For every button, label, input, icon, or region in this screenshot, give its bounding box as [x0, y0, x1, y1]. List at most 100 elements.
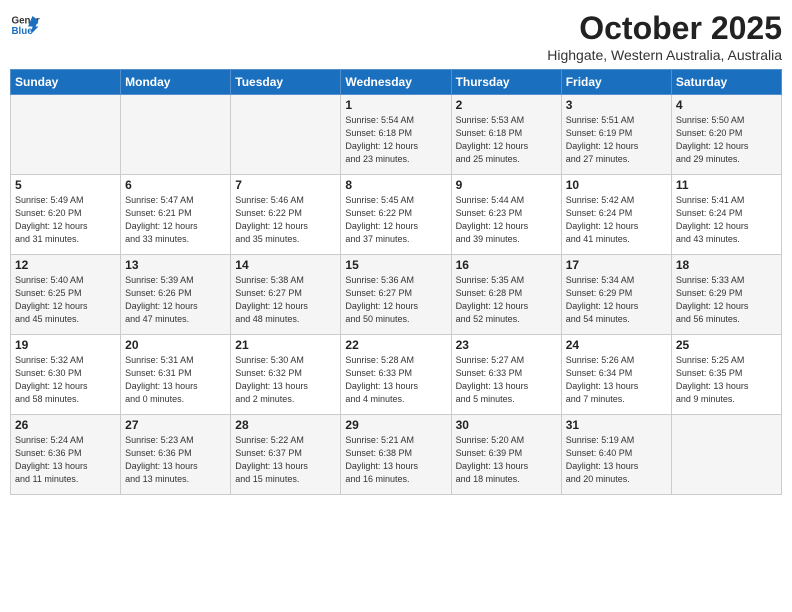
day-number: 15	[345, 258, 446, 272]
calendar-cell: 14 Sunrise: 5:38 AM Sunset: 6:27 PM Dayli…	[231, 255, 341, 335]
weekday-row: SundayMondayTuesdayWednesdayThursdayFrid…	[11, 70, 782, 95]
calendar-cell: 12 Sunrise: 5:40 AM Sunset: 6:25 PM Dayli…	[11, 255, 121, 335]
calendar-table: SundayMondayTuesdayWednesdayThursdayFrid…	[10, 69, 782, 495]
calendar-cell: 27 Sunrise: 5:23 AM Sunset: 6:36 PM Dayli…	[121, 415, 231, 495]
day-info: Sunrise: 5:46 AM Sunset: 6:22 PM Dayligh…	[235, 194, 336, 246]
calendar-cell	[671, 415, 781, 495]
day-info: Sunrise: 5:49 AM Sunset: 6:20 PM Dayligh…	[15, 194, 116, 246]
day-number: 28	[235, 418, 336, 432]
day-info: Sunrise: 5:53 AM Sunset: 6:18 PM Dayligh…	[456, 114, 557, 166]
calendar-cell: 25Sunrise: 5:25 AM Sunset: 6:35 PM Dayli…	[671, 335, 781, 415]
day-number: 26	[15, 418, 116, 432]
calendar-cell: 30 Sunrise: 5:20 AM Sunset: 6:39 PM Dayli…	[451, 415, 561, 495]
day-info: Sunrise: 5:20 AM Sunset: 6:39 PM Dayligh…	[456, 434, 557, 486]
calendar-cell: 15 Sunrise: 5:36 AM Sunset: 6:27 PM Dayli…	[341, 255, 451, 335]
calendar-week-row: 5 Sunrise: 5:49 AM Sunset: 6:20 PM Daylig…	[11, 175, 782, 255]
weekday-header: Thursday	[451, 70, 561, 95]
day-number: 7	[235, 178, 336, 192]
day-number: 6	[125, 178, 226, 192]
day-info: Sunrise: 5:41 AM Sunset: 6:24 PM Dayligh…	[676, 194, 777, 246]
calendar-cell: 16Sunrise: 5:35 AM Sunset: 6:28 PM Dayli…	[451, 255, 561, 335]
calendar-cell: 11 Sunrise: 5:41 AM Sunset: 6:24 PM Dayli…	[671, 175, 781, 255]
day-number: 20	[125, 338, 226, 352]
calendar-cell: 23Sunrise: 5:27 AM Sunset: 6:33 PM Dayli…	[451, 335, 561, 415]
day-number: 14	[235, 258, 336, 272]
day-info: Sunrise: 5:45 AM Sunset: 6:22 PM Dayligh…	[345, 194, 446, 246]
day-info: Sunrise: 5:47 AM Sunset: 6:21 PM Dayligh…	[125, 194, 226, 246]
calendar-header: SundayMondayTuesdayWednesdayThursdayFrid…	[11, 70, 782, 95]
day-info: Sunrise: 5:21 AM Sunset: 6:38 PM Dayligh…	[345, 434, 446, 486]
day-number: 19	[15, 338, 116, 352]
weekday-header: Monday	[121, 70, 231, 95]
calendar-cell: 8Sunrise: 5:45 AM Sunset: 6:22 PM Daylig…	[341, 175, 451, 255]
calendar-cell: 3Sunrise: 5:51 AM Sunset: 6:19 PM Daylig…	[561, 95, 671, 175]
day-info: Sunrise: 5:40 AM Sunset: 6:25 PM Dayligh…	[15, 274, 116, 326]
calendar-cell: 13Sunrise: 5:39 AM Sunset: 6:26 PM Dayli…	[121, 255, 231, 335]
day-info: Sunrise: 5:50 AM Sunset: 6:20 PM Dayligh…	[676, 114, 777, 166]
month-title: October 2025	[547, 10, 782, 47]
day-info: Sunrise: 5:26 AM Sunset: 6:34 PM Dayligh…	[566, 354, 667, 406]
day-info: Sunrise: 5:22 AM Sunset: 6:37 PM Dayligh…	[235, 434, 336, 486]
calendar-cell: 19 Sunrise: 5:32 AM Sunset: 6:30 PM Dayli…	[11, 335, 121, 415]
day-info: Sunrise: 5:44 AM Sunset: 6:23 PM Dayligh…	[456, 194, 557, 246]
weekday-header: Tuesday	[231, 70, 341, 95]
svg-text:Blue: Blue	[12, 26, 34, 37]
day-number: 29	[345, 418, 446, 432]
day-number: 17	[566, 258, 667, 272]
day-number: 2	[456, 98, 557, 112]
day-number: 12	[15, 258, 116, 272]
day-number: 22	[345, 338, 446, 352]
weekday-header: Friday	[561, 70, 671, 95]
calendar-cell: 4 Sunrise: 5:50 AM Sunset: 6:20 PM Daylig…	[671, 95, 781, 175]
calendar-cell: 29 Sunrise: 5:21 AM Sunset: 6:38 PM Dayli…	[341, 415, 451, 495]
day-number: 24	[566, 338, 667, 352]
day-number: 13	[125, 258, 226, 272]
day-info: Sunrise: 5:28 AM Sunset: 6:33 PM Dayligh…	[345, 354, 446, 406]
calendar-cell: 28 Sunrise: 5:22 AM Sunset: 6:37 PM Dayli…	[231, 415, 341, 495]
day-number: 27	[125, 418, 226, 432]
calendar-cell: 17 Sunrise: 5:34 AM Sunset: 6:29 PM Dayli…	[561, 255, 671, 335]
calendar-cell: 5 Sunrise: 5:49 AM Sunset: 6:20 PM Daylig…	[11, 175, 121, 255]
calendar-cell	[121, 95, 231, 175]
calendar-week-row: 12 Sunrise: 5:40 AM Sunset: 6:25 PM Dayli…	[11, 255, 782, 335]
calendar-cell: 1Sunrise: 5:54 AM Sunset: 6:18 PM Daylig…	[341, 95, 451, 175]
page-header: General Blue October 2025 Highgate, West…	[10, 10, 782, 63]
calendar-body: 1Sunrise: 5:54 AM Sunset: 6:18 PM Daylig…	[11, 95, 782, 495]
calendar-week-row: 1Sunrise: 5:54 AM Sunset: 6:18 PM Daylig…	[11, 95, 782, 175]
calendar-cell: 6 Sunrise: 5:47 AM Sunset: 6:21 PM Daylig…	[121, 175, 231, 255]
day-info: Sunrise: 5:24 AM Sunset: 6:36 PM Dayligh…	[15, 434, 116, 486]
calendar-cell: 20 Sunrise: 5:31 AM Sunset: 6:31 PM Dayli…	[121, 335, 231, 415]
day-info: Sunrise: 5:38 AM Sunset: 6:27 PM Dayligh…	[235, 274, 336, 326]
day-number: 16	[456, 258, 557, 272]
logo: General Blue	[10, 10, 40, 40]
day-number: 4	[676, 98, 777, 112]
day-number: 10	[566, 178, 667, 192]
day-info: Sunrise: 5:33 AM Sunset: 6:29 PM Dayligh…	[676, 274, 777, 326]
day-info: Sunrise: 5:36 AM Sunset: 6:27 PM Dayligh…	[345, 274, 446, 326]
day-info: Sunrise: 5:54 AM Sunset: 6:18 PM Dayligh…	[345, 114, 446, 166]
day-info: Sunrise: 5:25 AM Sunset: 6:35 PM Dayligh…	[676, 354, 777, 406]
calendar-cell: 31Sunrise: 5:19 AM Sunset: 6:40 PM Dayli…	[561, 415, 671, 495]
weekday-header: Sunday	[11, 70, 121, 95]
day-number: 30	[456, 418, 557, 432]
calendar-cell: 24 Sunrise: 5:26 AM Sunset: 6:34 PM Dayli…	[561, 335, 671, 415]
calendar-week-row: 26 Sunrise: 5:24 AM Sunset: 6:36 PM Dayli…	[11, 415, 782, 495]
day-number: 18	[676, 258, 777, 272]
day-info: Sunrise: 5:19 AM Sunset: 6:40 PM Dayligh…	[566, 434, 667, 486]
day-info: Sunrise: 5:32 AM Sunset: 6:30 PM Dayligh…	[15, 354, 116, 406]
day-info: Sunrise: 5:34 AM Sunset: 6:29 PM Dayligh…	[566, 274, 667, 326]
calendar-cell	[11, 95, 121, 175]
weekday-header: Saturday	[671, 70, 781, 95]
calendar-cell: 18 Sunrise: 5:33 AM Sunset: 6:29 PM Dayli…	[671, 255, 781, 335]
day-number: 5	[15, 178, 116, 192]
calendar-cell: 2 Sunrise: 5:53 AM Sunset: 6:18 PM Daylig…	[451, 95, 561, 175]
day-info: Sunrise: 5:31 AM Sunset: 6:31 PM Dayligh…	[125, 354, 226, 406]
calendar-cell: 21Sunrise: 5:30 AM Sunset: 6:32 PM Dayli…	[231, 335, 341, 415]
day-number: 21	[235, 338, 336, 352]
day-info: Sunrise: 5:42 AM Sunset: 6:24 PM Dayligh…	[566, 194, 667, 246]
calendar-week-row: 19 Sunrise: 5:32 AM Sunset: 6:30 PM Dayli…	[11, 335, 782, 415]
day-info: Sunrise: 5:23 AM Sunset: 6:36 PM Dayligh…	[125, 434, 226, 486]
day-number: 11	[676, 178, 777, 192]
calendar-cell: 10 Sunrise: 5:42 AM Sunset: 6:24 PM Dayli…	[561, 175, 671, 255]
location-title: Highgate, Western Australia, Australia	[547, 47, 782, 63]
